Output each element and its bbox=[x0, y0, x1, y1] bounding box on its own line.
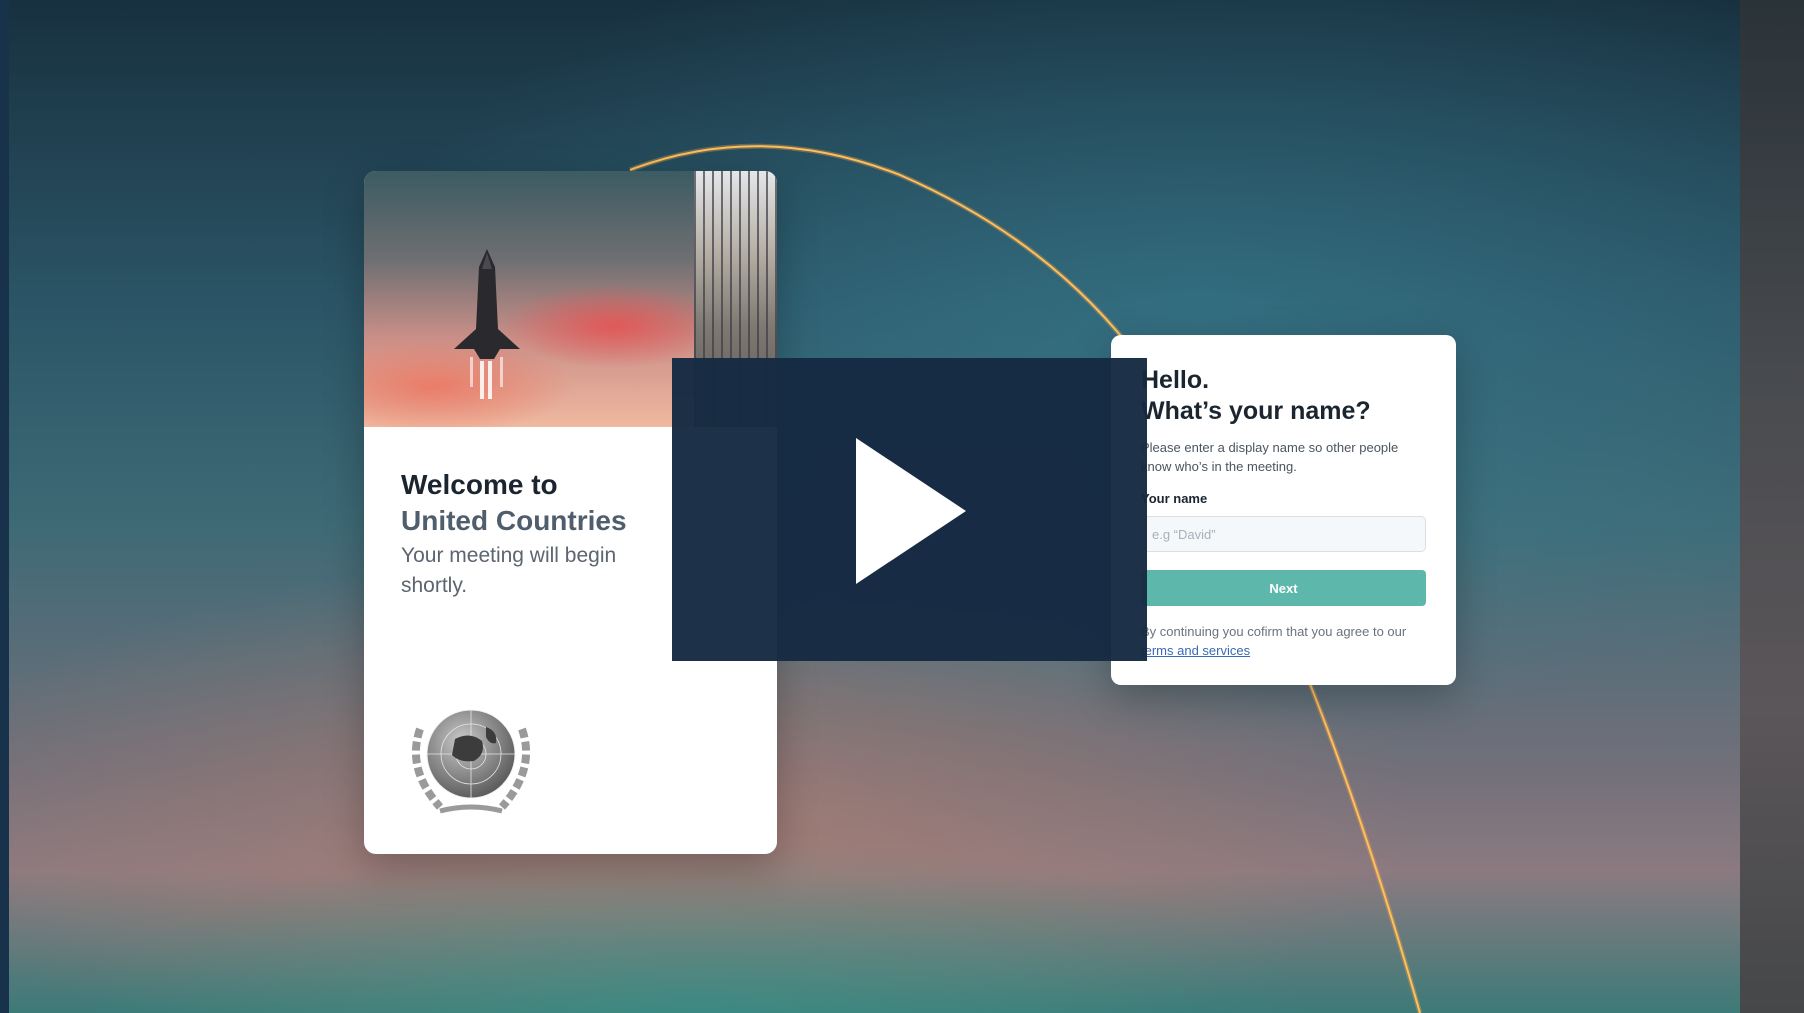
next-button[interactable]: Next bbox=[1141, 570, 1426, 606]
play-icon bbox=[856, 438, 966, 584]
space-shuttle-icon bbox=[454, 249, 520, 399]
name-input[interactable] bbox=[1141, 516, 1426, 552]
greeting-line1: Hello. bbox=[1141, 366, 1210, 394]
greeting-line2: What’s your name? bbox=[1141, 397, 1371, 425]
terms-link[interactable]: terms and services bbox=[1141, 643, 1250, 658]
video-thumbnail-background: Welcome to United Countries Your meeting… bbox=[0, 0, 1804, 1013]
consent-text: By continuing you cofirm that you agree … bbox=[1141, 622, 1431, 660]
consent-prefix: By continuing you cofirm that you agree … bbox=[1141, 624, 1407, 639]
name-field-label: Your name bbox=[1141, 491, 1208, 506]
instructions-text: Please enter a display name so other peo… bbox=[1141, 440, 1399, 474]
display-name-card: Hello. What’s your name? Please enter a … bbox=[1111, 335, 1456, 685]
video-play-button[interactable] bbox=[672, 358, 1147, 661]
laurel-globe-emblem-icon bbox=[411, 709, 531, 814]
greeting-heading: Hello. What’s your name? bbox=[1141, 365, 1441, 427]
meeting-status-text: Your meeting will begin shortly. bbox=[401, 544, 617, 597]
